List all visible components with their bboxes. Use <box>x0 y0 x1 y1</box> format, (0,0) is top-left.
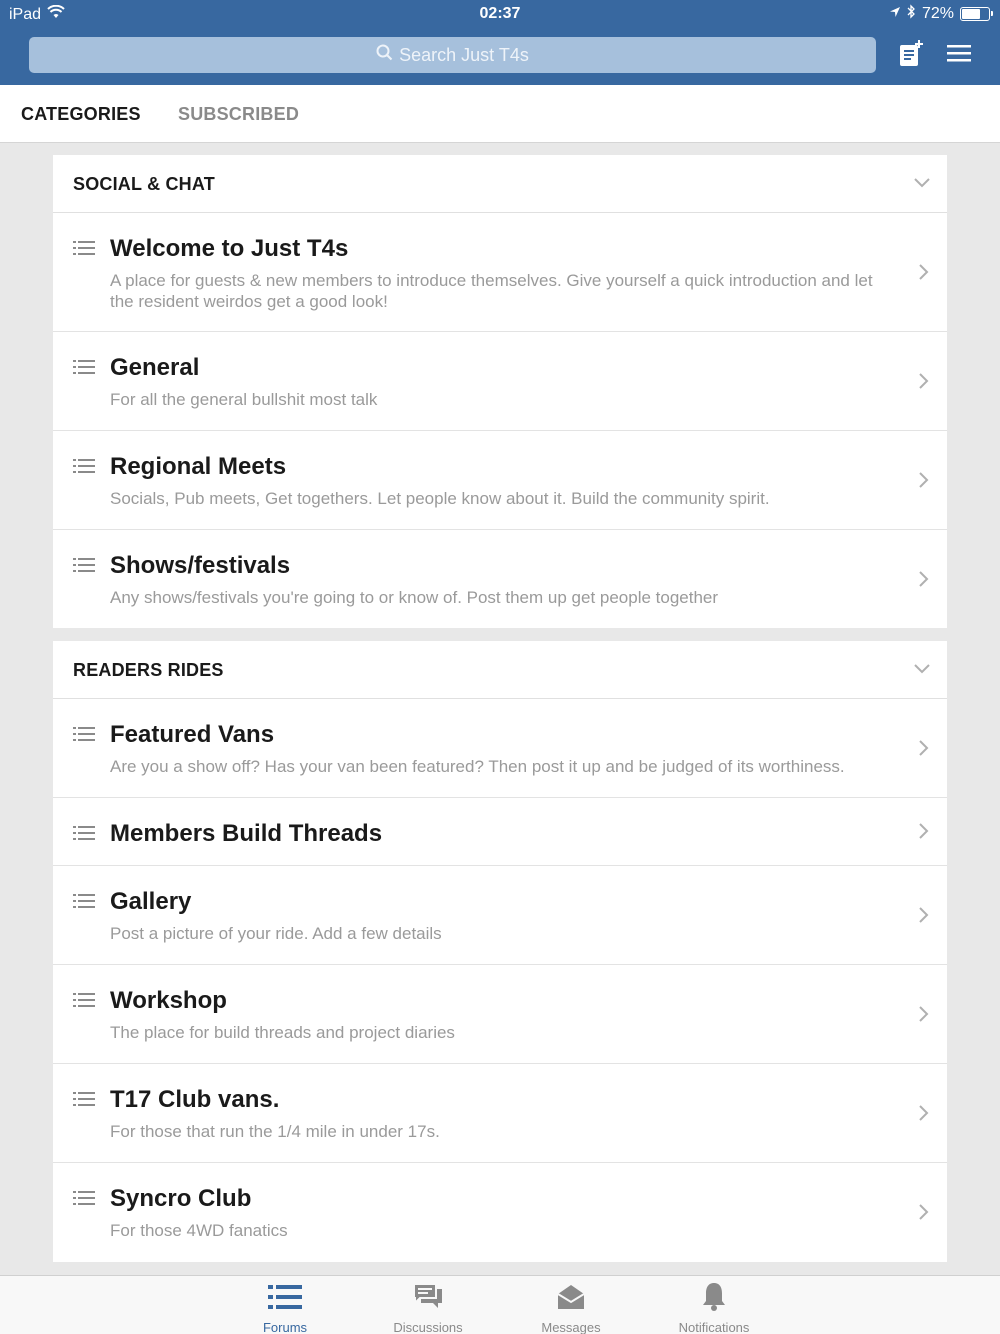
status-bar: iPad 02:37 72% <box>0 0 1000 28</box>
list-icon <box>73 360 95 379</box>
location-icon <box>889 5 901 23</box>
menu-button[interactable] <box>944 40 974 70</box>
chevron-right-icon <box>919 907 929 928</box>
list-icon <box>73 993 95 1012</box>
list-icon <box>230 1280 340 1314</box>
forum-row[interactable]: Workshop The place for build threads and… <box>53 965 947 1064</box>
bell-icon <box>659 1280 769 1314</box>
forum-description: Are you a show off? Has your van been fe… <box>110 757 845 776</box>
forum-title: Gallery <box>110 888 192 915</box>
chevron-right-icon <box>919 472 929 493</box>
chevron-down-icon[interactable] <box>914 175 930 193</box>
list-icon <box>73 894 95 913</box>
list-icon <box>73 241 95 260</box>
compose-icon <box>898 39 924 72</box>
battery-fill <box>962 9 981 19</box>
list-icon <box>73 459 95 478</box>
tab-categories[interactable]: CATEGORIES <box>21 104 141 125</box>
forum-description: A place for guests & new members to intr… <box>110 271 873 311</box>
search-placeholder: Search Just T4s <box>399 44 529 65</box>
list-icon <box>73 1191 95 1210</box>
forum-title: General <box>110 354 200 381</box>
chevron-right-icon <box>919 264 929 285</box>
bottom-tab-forums[interactable]: Forums <box>230 1280 340 1334</box>
bottom-tab-label: Forums <box>262 1320 308 1334</box>
clock: 02:37 <box>479 5 521 22</box>
forum-title: Members Build Threads <box>110 820 383 847</box>
forum-row[interactable]: Members Build Threads <box>53 798 947 866</box>
forum-row[interactable]: Gallery Post a picture of your ride. Add… <box>53 866 947 965</box>
battery-icon <box>960 7 993 21</box>
chevron-right-icon <box>919 1204 929 1225</box>
chevron-right-icon <box>919 1105 929 1126</box>
tab-bar: CATEGORIES SUBSCRIBED <box>0 85 1000 143</box>
search-icon <box>376 44 393 66</box>
chevron-right-icon <box>919 571 929 592</box>
forum-title: Workshop <box>110 987 227 1014</box>
bottom-tab-messages[interactable]: Messages <box>516 1280 626 1334</box>
bottom-tab-label: Notifications <box>678 1320 750 1334</box>
forum-row[interactable]: Regional Meets Socials, Pub meets, Get t… <box>53 431 947 530</box>
hamburger-icon <box>946 43 972 68</box>
section-social-chat: SOCIAL & CHAT Welcome to Just T4s A plac… <box>53 155 947 628</box>
forum-row[interactable]: Featured Vans Are you a show off? Has yo… <box>53 699 947 798</box>
top-bar: iPad 02:37 72% Search Just T4s <box>0 0 1000 85</box>
section-readers-rides: READERS RIDES Featured Vans Are you a sh… <box>53 641 947 1262</box>
forum-row[interactable]: General For all the general bullshit mos… <box>53 332 947 431</box>
bottom-tab-bar: Forums Discussions Messages Notification… <box>0 1275 1000 1334</box>
bottom-tab-label: Messages <box>541 1320 601 1334</box>
list-icon <box>73 1092 95 1111</box>
forum-description: Socials, Pub meets, Get togethers. Let p… <box>110 489 770 508</box>
chevron-right-icon <box>919 823 929 844</box>
forum-description: For all the general bullshit most talk <box>110 390 378 409</box>
forum-title: Featured Vans <box>110 721 275 748</box>
forum-description: For those that run the 1/4 mile in under… <box>110 1122 440 1141</box>
bottom-tab-notifications[interactable]: Notifications <box>659 1280 769 1334</box>
section-title: SOCIAL & CHAT <box>73 174 215 194</box>
chat-bubbles-icon <box>373 1280 483 1314</box>
bottom-tab-label: Discussions <box>393 1320 463 1334</box>
chevron-right-icon <box>919 1006 929 1027</box>
forum-row[interactable]: T17 Club vans. For those that run the 1/… <box>53 1064 947 1163</box>
envelope-open-icon <box>516 1280 626 1314</box>
forum-description: The place for build threads and project … <box>110 1023 455 1042</box>
bottom-tab-discussions[interactable]: Discussions <box>373 1280 483 1334</box>
search-bar[interactable]: Search Just T4s <box>29 37 876 73</box>
section-header[interactable]: READERS RIDES <box>53 641 947 699</box>
chevron-right-icon <box>919 373 929 394</box>
forum-title: Welcome to Just T4s <box>110 235 349 262</box>
list-icon <box>73 826 95 845</box>
forum-title: Shows/festivals <box>110 552 291 579</box>
forum-title: Regional Meets <box>110 453 287 480</box>
section-header[interactable]: SOCIAL & CHAT <box>53 155 947 213</box>
forum-title: T17 Club vans. <box>110 1086 280 1113</box>
battery-percent: 72% <box>921 5 954 22</box>
tab-subscribed[interactable]: SUBSCRIBED <box>178 104 299 125</box>
new-post-button[interactable] <box>896 39 926 72</box>
forum-description: Post a picture of your ride. Add a few d… <box>110 924 442 943</box>
bluetooth-icon <box>907 4 916 24</box>
forum-row[interactable]: Syncro Club For those 4WD fanatics <box>53 1163 947 1262</box>
chevron-down-icon[interactable] <box>914 661 930 679</box>
chevron-right-icon <box>919 740 929 761</box>
section-title: READERS RIDES <box>73 660 224 680</box>
list-icon <box>73 727 95 746</box>
forum-row[interactable]: Shows/festivals Any shows/festivals you'… <box>53 530 947 628</box>
forum-title: Syncro Club <box>110 1185 252 1212</box>
forum-description: For those 4WD fanatics <box>110 1221 288 1240</box>
list-icon <box>73 558 95 577</box>
forum-row[interactable]: Welcome to Just T4s A place for guests &… <box>53 213 947 332</box>
forum-description: Any shows/festivals you're going to or k… <box>110 588 719 607</box>
